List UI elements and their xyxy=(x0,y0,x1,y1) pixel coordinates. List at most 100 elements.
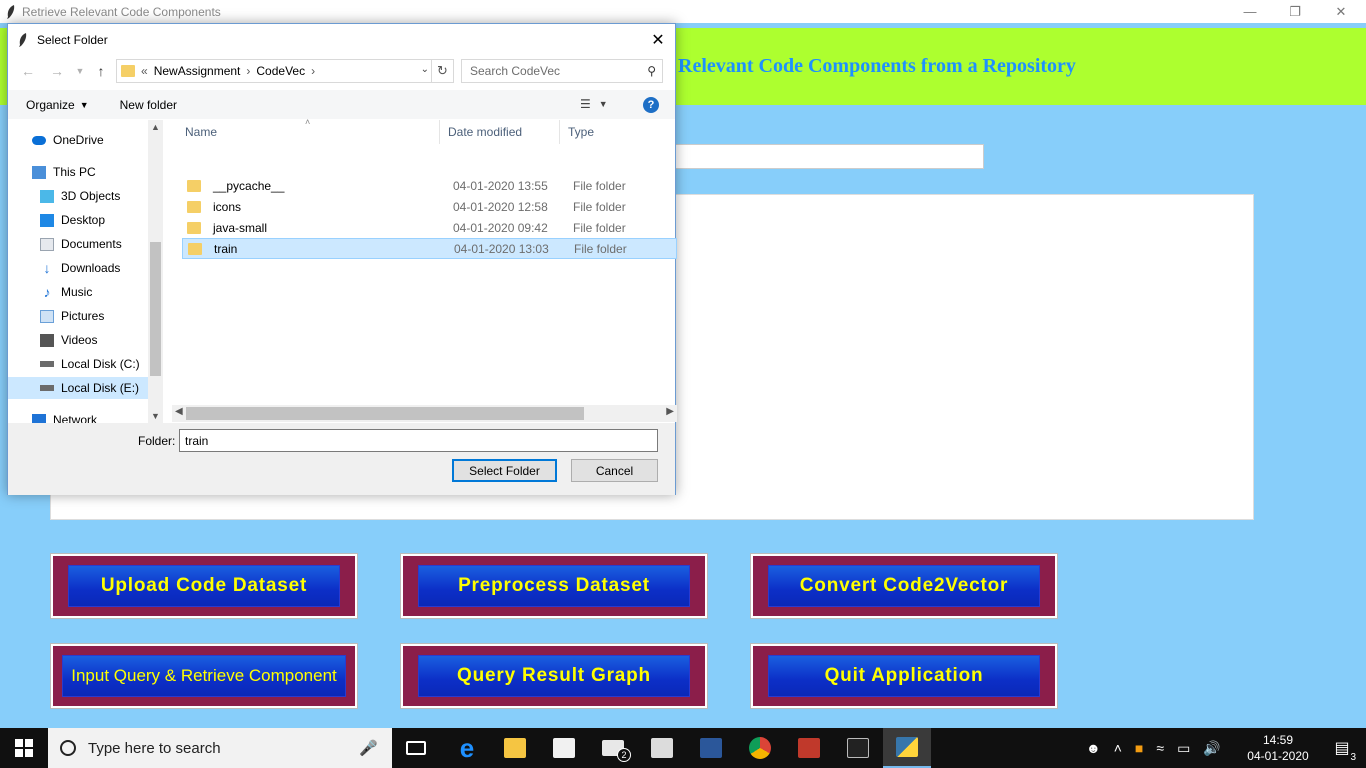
close-icon[interactable]: ✕ xyxy=(641,24,675,55)
column-header-name[interactable]: Name xyxy=(172,120,440,144)
scroll-right-icon[interactable]: ▶ xyxy=(666,406,674,417)
nav-item-label: OneDrive xyxy=(53,133,104,147)
file-type: File folder xyxy=(574,241,627,256)
chevron-down-icon[interactable]: ⌄ xyxy=(421,64,429,75)
nav-item-downloads[interactable]: ↓ Downloads xyxy=(40,257,163,279)
query-result-graph-button[interactable]: Query Result Graph xyxy=(400,643,708,709)
chevron-right-icon[interactable]: › xyxy=(311,64,315,78)
folder-name-input[interactable]: train xyxy=(179,429,658,452)
file-row-icons[interactable]: icons 04-01-2020 12:58 File folder xyxy=(182,196,677,217)
quit-application-button[interactable]: Quit Application xyxy=(750,643,1058,709)
back-arrow-icon[interactable]: ← xyxy=(19,61,37,81)
file-explorer-icon xyxy=(504,738,526,758)
battery-icon[interactable]: ▭ xyxy=(1177,740,1190,757)
file-name: __pycache__ xyxy=(213,178,285,193)
scroll-up-icon[interactable]: ▲ xyxy=(150,122,161,132)
start-button[interactable] xyxy=(0,728,48,768)
file-date: 04-01-2020 09:42 xyxy=(453,220,548,235)
taskbar-file-explorer[interactable] xyxy=(491,728,539,768)
select-folder-button[interactable]: Select Folder xyxy=(452,459,557,482)
search-input[interactable]: Search CodeVec ⚲ xyxy=(461,59,663,83)
nav-item-desktop[interactable]: Desktop xyxy=(40,209,163,231)
microphone-icon[interactable]: 🎤 xyxy=(359,739,378,757)
chevron-up-icon[interactable]: ˄ xyxy=(1114,740,1122,756)
view-options-button[interactable]: ☰ ▼ xyxy=(580,97,608,111)
nav-pane-scrollbar[interactable]: ▲ ▼ xyxy=(148,120,163,423)
convert-code2vector-button[interactable]: Convert Code2Vector xyxy=(750,553,1058,619)
scrollbar-thumb[interactable] xyxy=(150,242,161,376)
nav-item-documents[interactable]: Documents xyxy=(40,233,163,255)
restore-icon[interactable]: ❐ xyxy=(1272,0,1318,23)
wifi-icon[interactable]: ≈ xyxy=(1156,740,1164,756)
scroll-left-icon[interactable]: ◀ xyxy=(175,406,183,417)
app-titlebar: Retrieve Relevant Code Components — ❐ ✕ xyxy=(0,0,1366,23)
preprocess-dataset-button[interactable]: Preprocess Dataset xyxy=(400,553,708,619)
cortana-icon xyxy=(60,740,76,756)
folder-path-field[interactable] xyxy=(660,144,984,169)
mail-badge: 2 xyxy=(617,748,631,762)
file-list-horizontal-scrollbar[interactable]: ◀ ▶ xyxy=(172,405,677,422)
terminal-icon xyxy=(847,738,869,758)
scrollbar-thumb[interactable] xyxy=(186,407,584,420)
taskbar-store[interactable] xyxy=(540,728,588,768)
recent-locations-icon[interactable]: ▼ xyxy=(71,61,89,81)
up-arrow-icon[interactable]: ↑ xyxy=(92,61,110,81)
nav-item-label: Local Disk (C:) xyxy=(61,357,140,371)
breadcrumb-overflow[interactable]: « xyxy=(141,64,148,78)
taskbar-mail[interactable]: 2 xyxy=(589,728,637,768)
upload-code-dataset-button[interactable]: Upload Code Dataset xyxy=(50,553,358,619)
notification-icon: ▤ xyxy=(1334,740,1350,757)
file-row-train[interactable]: train 04-01-2020 13:03 File folder xyxy=(182,238,677,259)
command-bar: Organize ▼ New folder ☰ ▼ ? xyxy=(8,90,675,119)
music-icon: ♪ xyxy=(43,283,51,300)
nav-item-videos[interactable]: Videos xyxy=(40,329,163,351)
nav-item-onedrive[interactable]: OneDrive xyxy=(32,129,163,151)
nav-item-3d-objects[interactable]: 3D Objects xyxy=(40,185,163,207)
picture-icon xyxy=(40,309,54,323)
taskbar-search-input[interactable]: Type here to search 🎤 xyxy=(48,728,392,768)
taskbar-paint[interactable] xyxy=(785,728,833,768)
taskbar: Type here to search 🎤 e 2 ☻ ˄ ■ ≈ ▭ 🔊 14… xyxy=(0,728,1366,768)
breadcrumb-codevec[interactable]: CodeVec xyxy=(256,64,305,78)
organize-menu[interactable]: Organize ▼ xyxy=(26,98,89,112)
java-update-icon[interactable]: ■ xyxy=(1135,740,1143,756)
folder-icon xyxy=(187,179,201,192)
column-header-date-modified[interactable]: Date modified xyxy=(440,120,560,144)
taskbar-chrome[interactable] xyxy=(736,728,784,768)
chevron-right-icon[interactable]: › xyxy=(246,64,250,78)
taskbar-pdf[interactable] xyxy=(638,728,686,768)
nav-item-music[interactable]: ♪ Music xyxy=(40,281,163,303)
notification-center-button[interactable]: ▤ 3 xyxy=(1318,728,1366,768)
taskbar-terminal[interactable] xyxy=(834,728,882,768)
store-icon xyxy=(553,738,575,758)
nav-item-local-disk-e[interactable]: Local Disk (E:) xyxy=(8,377,148,399)
onedrive-icon xyxy=(32,135,46,145)
scroll-down-icon[interactable]: ▼ xyxy=(150,411,161,421)
disk-icon xyxy=(40,361,54,367)
file-row-pycache[interactable]: __pycache__ 04-01-2020 13:55 File folder xyxy=(182,175,677,196)
input-query-retrieve-button[interactable]: Input Query & Retrieve Component xyxy=(50,643,358,709)
nav-item-network[interactable]: Network xyxy=(32,409,163,423)
taskbar-edge[interactable]: e xyxy=(443,728,491,768)
taskbar-clock[interactable]: 14:59 04-01-2020 xyxy=(1246,732,1310,764)
new-folder-button[interactable]: New folder xyxy=(120,98,177,112)
breadcrumb-newassignment[interactable]: NewAssignment xyxy=(154,64,241,78)
task-view-button[interactable] xyxy=(392,728,440,768)
refresh-icon[interactable]: ↻ xyxy=(431,60,453,82)
nav-item-local-disk-c[interactable]: Local Disk (C:) xyxy=(40,353,163,375)
taskbar-python[interactable] xyxy=(883,728,931,768)
forward-arrow-icon[interactable]: → xyxy=(48,61,66,81)
volume-icon[interactable]: 🔊 xyxy=(1203,740,1220,757)
column-header-type[interactable]: Type xyxy=(560,120,677,144)
minimize-icon[interactable]: — xyxy=(1227,0,1273,23)
help-icon[interactable]: ? xyxy=(643,97,659,113)
close-icon[interactable]: ✕ xyxy=(1318,0,1364,23)
nav-item-this-pc[interactable]: This PC xyxy=(32,161,163,183)
file-row-java-small[interactable]: java-small 04-01-2020 09:42 File folder xyxy=(182,217,677,238)
taskbar-word[interactable] xyxy=(687,728,735,768)
nav-item-pictures[interactable]: Pictures xyxy=(40,305,163,327)
address-bar[interactable]: « NewAssignment › CodeVec › ⌄ ↻ xyxy=(116,59,454,83)
people-icon[interactable]: ☻ xyxy=(1086,740,1101,756)
file-date: 04-01-2020 13:55 xyxy=(453,178,548,193)
cancel-button[interactable]: Cancel xyxy=(571,459,658,482)
